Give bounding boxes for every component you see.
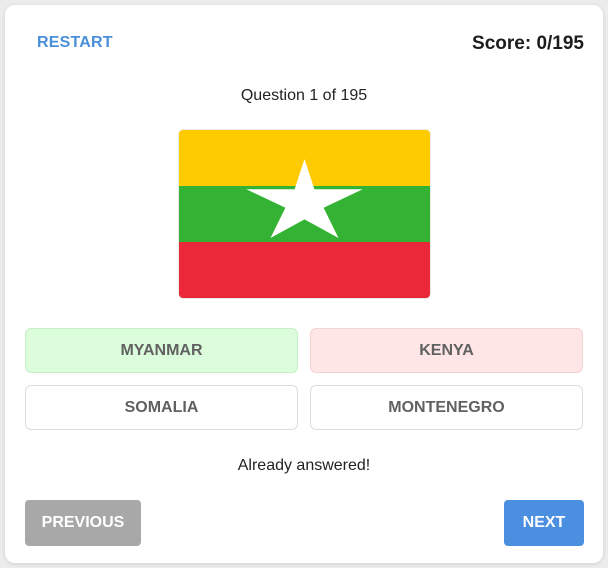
answer-option-myanmar[interactable]: MYANMAR — [25, 328, 298, 373]
quiz-card: RESTART Score: 0/195 Question 1 of 195 M… — [5, 5, 603, 563]
answer-option-somalia[interactable]: SOMALIA — [25, 385, 298, 430]
answer-option-montenegro[interactable]: MONTENEGRO — [310, 385, 583, 430]
restart-button[interactable]: RESTART — [37, 34, 113, 52]
question-counter: Question 1 of 195 — [240, 87, 368, 104]
status-message: Already answered! — [237, 457, 371, 474]
flag-image — [179, 130, 430, 298]
answer-option-kenya[interactable]: KENYA — [310, 328, 583, 373]
flag-stripe-red — [179, 242, 430, 298]
score-display: Score: 0/195 — [472, 33, 584, 54]
next-button[interactable]: NEXT — [504, 500, 584, 546]
previous-button[interactable]: PREVIOUS — [25, 500, 141, 546]
